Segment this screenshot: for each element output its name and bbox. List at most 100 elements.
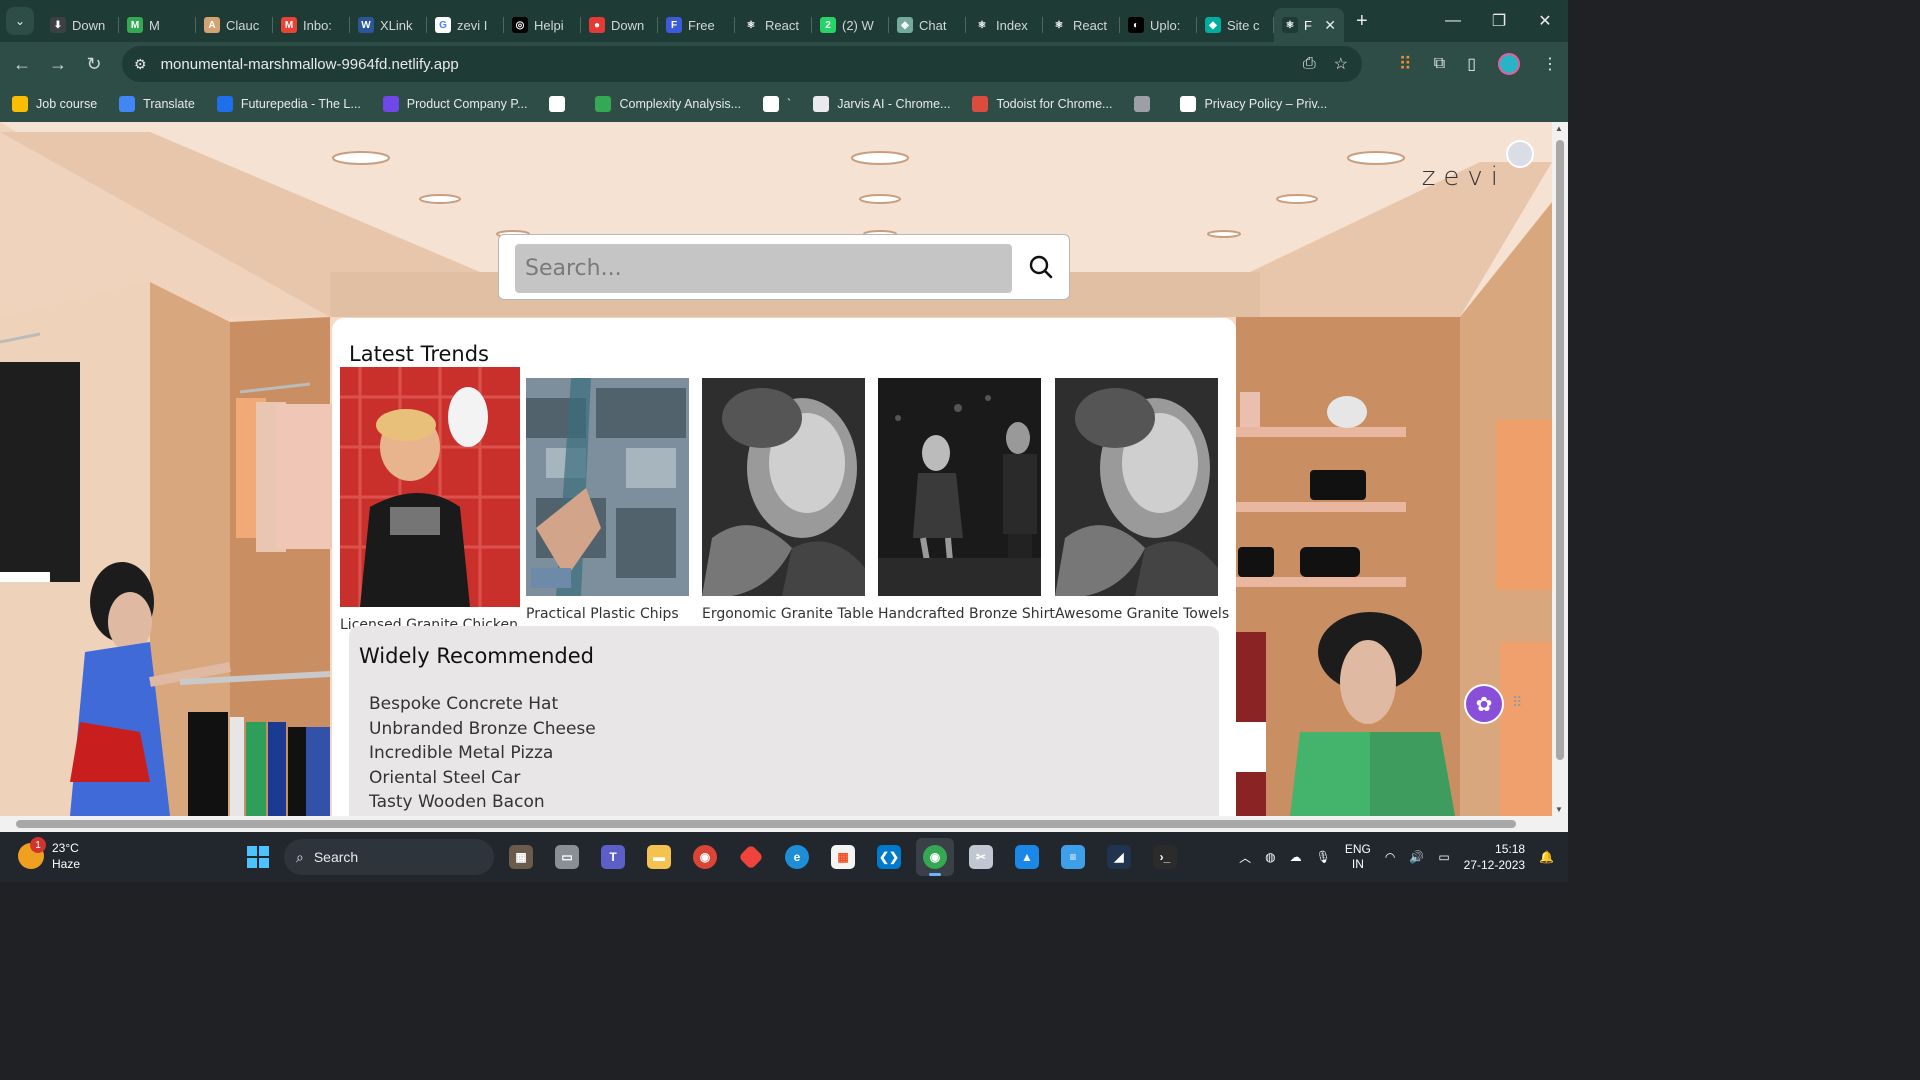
vpn-icon[interactable]: ◢ [1100, 838, 1138, 876]
recommended-item[interactable]: Incredible Metal Pizza [369, 741, 596, 766]
recommended-item[interactable]: Oriental Steel Car [369, 766, 596, 791]
bookmark-item[interactable]: Privacy Policy – Priv... [1180, 96, 1327, 112]
vertical-scroll-thumb[interactable] [1556, 140, 1564, 760]
trend-image[interactable] [702, 378, 865, 596]
taskbar-search[interactable]: ⌕ Search [284, 839, 494, 875]
browser-tab[interactable]: ◎ Helpi [504, 8, 581, 42]
browser-tab[interactable]: F Free [658, 8, 735, 42]
bookmark-item[interactable]: Jarvis AI - Chrome... [813, 96, 950, 112]
bookmark-item[interactable]: Translate [119, 96, 195, 112]
extensions-icon[interactable]: ⧉ [1434, 55, 1445, 73]
trend-image[interactable] [340, 367, 520, 607]
recommended-item[interactable]: Tasty Wooden Bacon [369, 790, 596, 815]
trend-caption[interactable]: Handcrafted Bronze Shirt [878, 606, 1055, 622]
address-bar[interactable]: ⚙ monumental-marshmallow-9964fd.netlify.… [122, 46, 1362, 82]
browser-tab[interactable]: A Clauc [196, 8, 273, 42]
trend-image[interactable] [878, 378, 1041, 596]
restore-icon[interactable]: ❐ [1476, 0, 1522, 42]
browser-tab[interactable]: MM [119, 8, 196, 42]
clock[interactable]: 15:18 27-12-2023 [1464, 841, 1525, 873]
language-indicator[interactable]: ENG IN [1345, 842, 1371, 872]
trend-caption[interactable]: Ergonomic Granite Table [702, 606, 874, 622]
scroll-up-icon[interactable]: ▲ [1555, 124, 1563, 133]
horizontal-scroll-thumb[interactable] [16, 820, 1516, 828]
bookmark-item[interactable] [1134, 96, 1158, 112]
browser-tab[interactable]: ◆ Site c [1197, 8, 1274, 42]
browser-tab[interactable]: ◐ Uplo: [1120, 8, 1197, 42]
photos-icon[interactable]: ▲ [1008, 838, 1046, 876]
bookmark-item[interactable]: Job course [12, 96, 97, 112]
site-settings-icon[interactable]: ⚙ [134, 56, 147, 73]
tray-overflow-icon[interactable]: ︿ [1239, 849, 1251, 866]
notifications-bell-icon[interactable]: 🔔 [1539, 850, 1554, 864]
chrome-icon[interactable]: ◉ [686, 838, 724, 876]
back-icon[interactable]: ← [4, 46, 40, 82]
file-explorer-thumb-icon[interactable]: ▦ [502, 838, 540, 876]
bookmark-item[interactable]: Todoist for Chrome... [972, 96, 1112, 112]
browser-tab[interactable]: ● Down [581, 8, 658, 42]
folder-icon[interactable]: ▬ [640, 838, 678, 876]
trend-image[interactable] [1055, 378, 1218, 596]
tab-active[interactable]: ⚛ F ✕ [1274, 8, 1344, 42]
volume-icon[interactable]: 🔊 [1409, 850, 1424, 864]
horizontal-scrollbar[interactable] [0, 816, 1568, 832]
new-tab-button[interactable]: + [1356, 10, 1368, 33]
start-button[interactable] [240, 839, 276, 875]
edge-icon[interactable]: e [778, 838, 816, 876]
bookmark-item[interactable] [549, 96, 573, 112]
reload-icon[interactable]: ↻ [76, 46, 112, 82]
wifi-icon[interactable]: ◠ [1385, 850, 1395, 864]
recommended-item[interactable]: Unbranded Bronze Cheese [369, 717, 596, 742]
battery-icon[interactable]: ▭ [1438, 850, 1449, 864]
trend-caption[interactable]: Awesome Granite Towels [1055, 606, 1229, 622]
vertical-scrollbar[interactable]: ▲ ▼ [1552, 122, 1568, 816]
trend-caption[interactable]: Practical Plastic Chips [526, 606, 689, 622]
vscode-icon[interactable]: ❮❯ [870, 838, 908, 876]
bookmark-star-icon[interactable]: ☆ [1334, 54, 1348, 74]
teams-icon[interactable]: T [594, 838, 632, 876]
close-window-icon[interactable]: ✕ [1522, 0, 1568, 42]
search-input[interactable] [515, 244, 1012, 293]
anydesk-icon[interactable] [732, 838, 770, 876]
profile-avatar[interactable] [1498, 53, 1520, 75]
trend-card[interactable]: Licensed Granite Chicken [340, 367, 520, 633]
task-view-icon[interactable]: ▭ [548, 838, 586, 876]
trend-card[interactable]: Practical Plastic Chips [526, 378, 689, 622]
trend-card[interactable]: Handcrafted Bronze Shirt [878, 378, 1055, 622]
trend-card[interactable]: Awesome Granite Towels [1055, 378, 1229, 622]
browser-tab[interactable]: 2 (2) W [812, 8, 889, 42]
trend-card[interactable]: Ergonomic Granite Table [702, 378, 874, 622]
terminal-icon[interactable]: ›_ [1146, 838, 1184, 876]
brand-avatar[interactable] [1506, 140, 1534, 168]
recommended-item[interactable]: Bespoke Concrete Hat [369, 692, 596, 717]
forward-icon[interactable]: → [40, 46, 76, 82]
side-panel-icon[interactable]: ▯ [1467, 54, 1476, 74]
browser-tab[interactable]: W XLink [350, 8, 427, 42]
bookmark-item[interactable]: ` [763, 96, 791, 112]
address-url[interactable]: monumental-marshmallow-9964fd.netlify.ap… [161, 56, 459, 73]
assistant-bubble-icon[interactable]: ✿ [1464, 684, 1504, 724]
drag-handle-icon[interactable]: ⠿ [1512, 694, 1522, 711]
trend-image[interactable] [526, 378, 689, 596]
weather-widget[interactable]: 1 23°C Haze [18, 837, 80, 872]
notepad-icon[interactable]: ≡ [1054, 838, 1092, 876]
chrome-active-icon[interactable]: ◉ [916, 838, 954, 876]
search-icon[interactable] [1027, 253, 1055, 281]
store-icon[interactable]: ▦ [824, 838, 862, 876]
tray-app-icon[interactable]: ◍ [1265, 850, 1275, 864]
microphone-icon[interactable]: 🎙 [1316, 850, 1331, 864]
bookmark-item[interactable]: Complexity Analysis... [595, 96, 741, 112]
install-app-icon[interactable]: ⎙ [1303, 55, 1316, 73]
minimize-icon[interactable]: — [1430, 0, 1476, 42]
apps-grid-icon[interactable]: ⠿ [1399, 54, 1412, 75]
bookmark-item[interactable]: Product Company P... [382, 96, 527, 112]
browser-tab[interactable]: M Inbo: [273, 8, 350, 42]
menu-kebab-icon[interactable]: ⋮ [1542, 54, 1558, 74]
onedrive-icon[interactable]: ☁ [1290, 850, 1302, 864]
browser-tab[interactable]: ⚛ Index [966, 8, 1043, 42]
scroll-down-icon[interactable]: ▼ [1555, 805, 1563, 814]
snipping-tool-icon[interactable]: ✂ [962, 838, 1000, 876]
tab-search-button[interactable]: ⌄ [6, 7, 34, 35]
bookmark-item[interactable]: Futurepedia - The L... [216, 96, 361, 112]
browser-tab[interactable]: ⚛ React [735, 8, 812, 42]
